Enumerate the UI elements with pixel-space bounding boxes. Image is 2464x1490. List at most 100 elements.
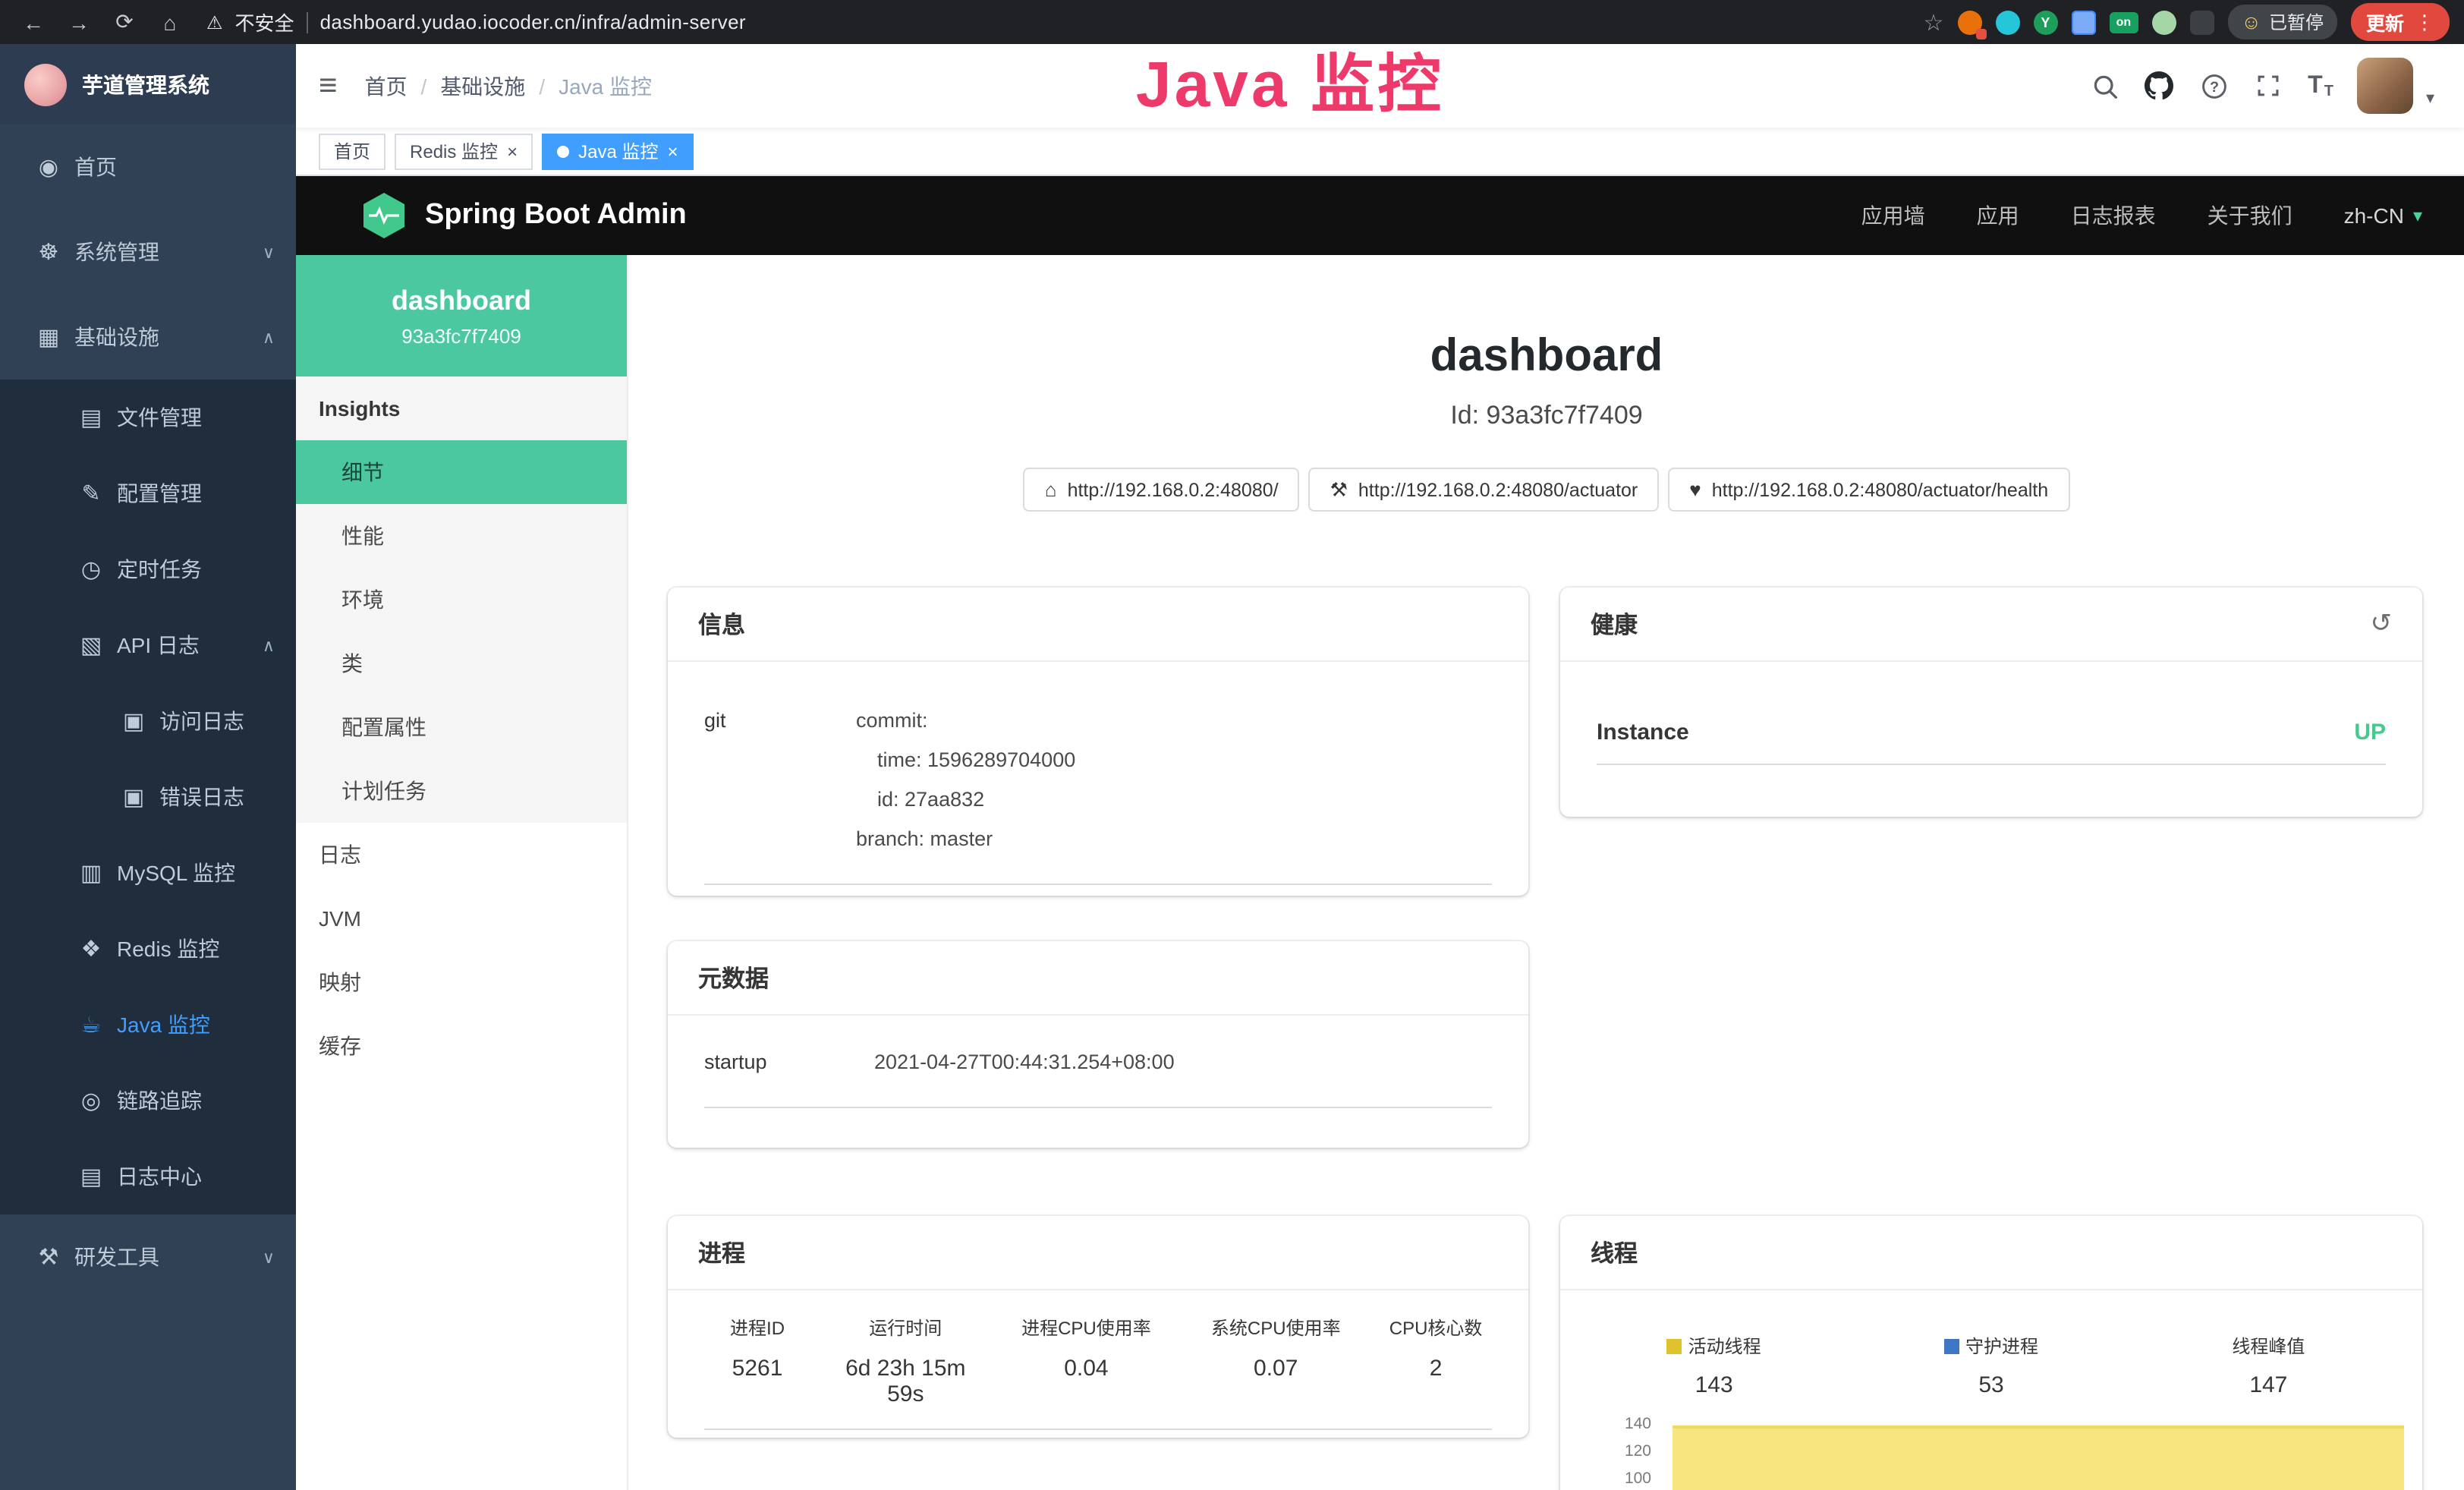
sba-side-item-jvm[interactable]: JVM	[296, 887, 627, 950]
search-icon[interactable]	[2089, 69, 2119, 102]
sidebar-item-redis-monitor[interactable]: ❖ Redis 监控	[0, 911, 296, 987]
sidebar-item-dev-tools[interactable]: ⚒ 研发工具 ∨	[0, 1214, 296, 1299]
address-bar[interactable]: ⚠ 不安全 dashboard.yudao.iocoder.cn/infra/a…	[206, 8, 746, 36]
health-url-button[interactable]: ♥ http://192.168.0.2:48080/actuator/heal…	[1668, 468, 2069, 512]
sba-locale-select[interactable]: zh-CN ▾	[2344, 203, 2422, 228]
sba-nav-journal[interactable]: 日志报表	[2071, 200, 2156, 231]
extension-y-icon[interactable]: Y	[2033, 10, 2057, 34]
breadcrumb-home[interactable]: 首页	[365, 71, 408, 101]
paused-chip[interactable]: ☺ 已暂停	[2227, 5, 2337, 39]
warning-icon: ⚠	[206, 11, 223, 33]
extension-grid-icon[interactable]	[2071, 10, 2095, 34]
github-icon[interactable]	[2144, 69, 2174, 102]
tab-label: 首页	[334, 138, 370, 164]
sidebar-item-config-manage[interactable]: ✎ 配置管理	[0, 455, 296, 531]
sba-side-item-config-props[interactable]: 配置属性	[296, 695, 627, 759]
active-threads-legend-icon	[1667, 1338, 1682, 1353]
fullscreen-icon[interactable]	[2253, 69, 2283, 102]
divider	[307, 11, 308, 33]
update-button[interactable]: 更新 ⋮	[2351, 3, 2450, 41]
tab-label: Java 监控	[578, 138, 658, 164]
extension-drop-icon[interactable]	[1995, 10, 2019, 34]
active-threads-label: 活动线程	[1688, 1333, 1761, 1359]
extension-on-icon[interactable]: on	[2109, 11, 2138, 33]
document-icon: ▣	[115, 783, 152, 811]
instance-url-button[interactable]: ⌂ http://192.168.0.2:48080/	[1024, 468, 1300, 512]
tab-java-monitor[interactable]: Java 监控 ×	[542, 133, 693, 169]
threads-card-title: 线程	[1560, 1216, 2422, 1290]
system-cpu-value: 0.07	[1187, 1356, 1364, 1381]
back-icon[interactable]: ←	[15, 10, 52, 34]
sidebar-item-system[interactable]: ☸ 系统管理 ∨	[0, 209, 296, 295]
sidebar-item-mysql-monitor[interactable]: ▥ MySQL 监控	[0, 835, 296, 911]
document-icon: ▣	[115, 707, 152, 735]
caret-down-icon[interactable]: ▾	[2426, 88, 2434, 114]
sidebar-item-infra[interactable]: ▦ 基础设施 ∧	[0, 295, 296, 380]
sidebar-item-access-logs[interactable]: ▣ 访问日志	[0, 683, 296, 759]
help-icon[interactable]: ?	[2198, 69, 2229, 102]
smiley-icon: ☺	[2241, 11, 2261, 33]
threads-card: 线程 活动线程 143 守护进程 53 线程峰值 147 140 120 100	[1560, 1216, 2422, 1490]
sba-side-item-details[interactable]: 细节	[296, 440, 627, 504]
process-col-header: 系统CPU使用率	[1187, 1315, 1364, 1340]
metadata-card: 元数据 startup 2021-04-27T00:44:31.254+08:0…	[668, 941, 1528, 1148]
user-avatar[interactable]	[2358, 58, 2414, 114]
sba-side-item-performance[interactable]: 性能	[296, 504, 627, 568]
extension-fox-icon[interactable]	[1957, 10, 1981, 34]
instance-header[interactable]: dashboard 93a3fc7f7409	[296, 255, 627, 376]
sidebar-item-label: Redis 监控	[117, 934, 219, 964]
actuator-url-button[interactable]: ⚒ http://192.168.0.2:48080/actuator	[1309, 468, 1660, 512]
home-icon[interactable]: ⌂	[152, 10, 188, 34]
sidebar-item-api-logs[interactable]: ▧ API 日志 ∧	[0, 607, 296, 683]
spring-boot-admin-logo-icon	[361, 193, 407, 238]
sba-side-item-scheduled-tasks[interactable]: 计划任务	[296, 759, 627, 823]
chevron-down-icon: ∨	[263, 242, 275, 262]
sba-side-item-caches[interactable]: 缓存	[296, 1014, 627, 1078]
sba-side-item-environment[interactable]: 环境	[296, 568, 627, 632]
instance-links: ⌂ http://192.168.0.2:48080/ ⚒ http://192…	[628, 468, 2464, 512]
breadcrumb-infra[interactable]: 基础设施	[440, 71, 525, 101]
process-card-title: 进程	[668, 1216, 1528, 1290]
actuator-url: http://192.168.0.2:48080/actuator	[1358, 479, 1638, 500]
sba-nav-about[interactable]: 关于我们	[2208, 200, 2292, 231]
close-icon[interactable]: ×	[507, 142, 518, 160]
sidebar-item-scheduled-jobs[interactable]: ◷ 定时任务	[0, 531, 296, 607]
instance-id: 93a3fc7f7409	[401, 324, 521, 347]
tab-home[interactable]: 首页	[319, 133, 385, 169]
sba-nav: 应用墙 应用 日志报表 关于我们 zh-CN ▾	[1861, 200, 2422, 231]
process-uptime-value: 6d 23h 15m 59s	[826, 1356, 985, 1407]
sidebar-item-java-monitor[interactable]: ☕ Java 监控	[0, 987, 296, 1063]
bookmark-star-icon[interactable]: ☆	[1923, 8, 1943, 36]
daemon-threads-value: 53	[1852, 1372, 2129, 1398]
sidebar-item-tracing[interactable]: ◎ 链路追踪	[0, 1063, 296, 1139]
font-size-icon[interactable]: TT	[2308, 72, 2333, 99]
sba-side-item-mappings[interactable]: 映射	[296, 950, 627, 1014]
extension-puzzle-icon[interactable]	[2189, 10, 2214, 34]
sba-nav-applications[interactable]: 应用	[1977, 200, 2019, 231]
extension-leaf-icon[interactable]	[2151, 10, 2176, 34]
kebab-menu-icon[interactable]: ⋮	[2415, 10, 2434, 34]
reload-icon[interactable]: ⟳	[106, 9, 143, 35]
home-icon: ⌂	[1045, 478, 1057, 501]
tab-redis-monitor[interactable]: Redis 监控 ×	[395, 133, 533, 169]
sidebar-item-log-center[interactable]: ▤ 日志中心	[0, 1139, 296, 1214]
sidebar-item-file-manage[interactable]: ▤ 文件管理	[0, 380, 296, 455]
security-label: 不安全	[235, 8, 294, 36]
sba-side-item-classes[interactable]: 类	[296, 632, 627, 695]
sidebar-item-home[interactable]: ◉ 首页	[0, 124, 296, 209]
app-logo[interactable]: 芋道管理系统	[0, 44, 296, 124]
close-icon[interactable]: ×	[667, 142, 678, 160]
sba-side-item-logs[interactable]: 日志	[296, 823, 627, 887]
sba-nav-wallboard[interactable]: 应用墙	[1861, 200, 1925, 231]
info-card: 信息 git commit: time: 1596289704000 id: 2…	[668, 587, 1528, 896]
forward-icon[interactable]: →	[61, 10, 97, 34]
heart-icon: ♥	[1689, 478, 1701, 501]
sidebar-item-label: 文件管理	[117, 402, 202, 433]
sidebar-item-error-logs[interactable]: ▣ 错误日志	[0, 759, 296, 835]
font-size-small: T	[2324, 83, 2333, 99]
history-icon[interactable]: ↺	[2371, 609, 2393, 639]
sba-brand-title[interactable]: Spring Boot Admin	[425, 199, 687, 232]
edit-icon: ✎	[73, 480, 109, 507]
git-commit-line: commit:	[856, 701, 1492, 741]
hamburger-icon[interactable]: ≡	[319, 68, 338, 104]
